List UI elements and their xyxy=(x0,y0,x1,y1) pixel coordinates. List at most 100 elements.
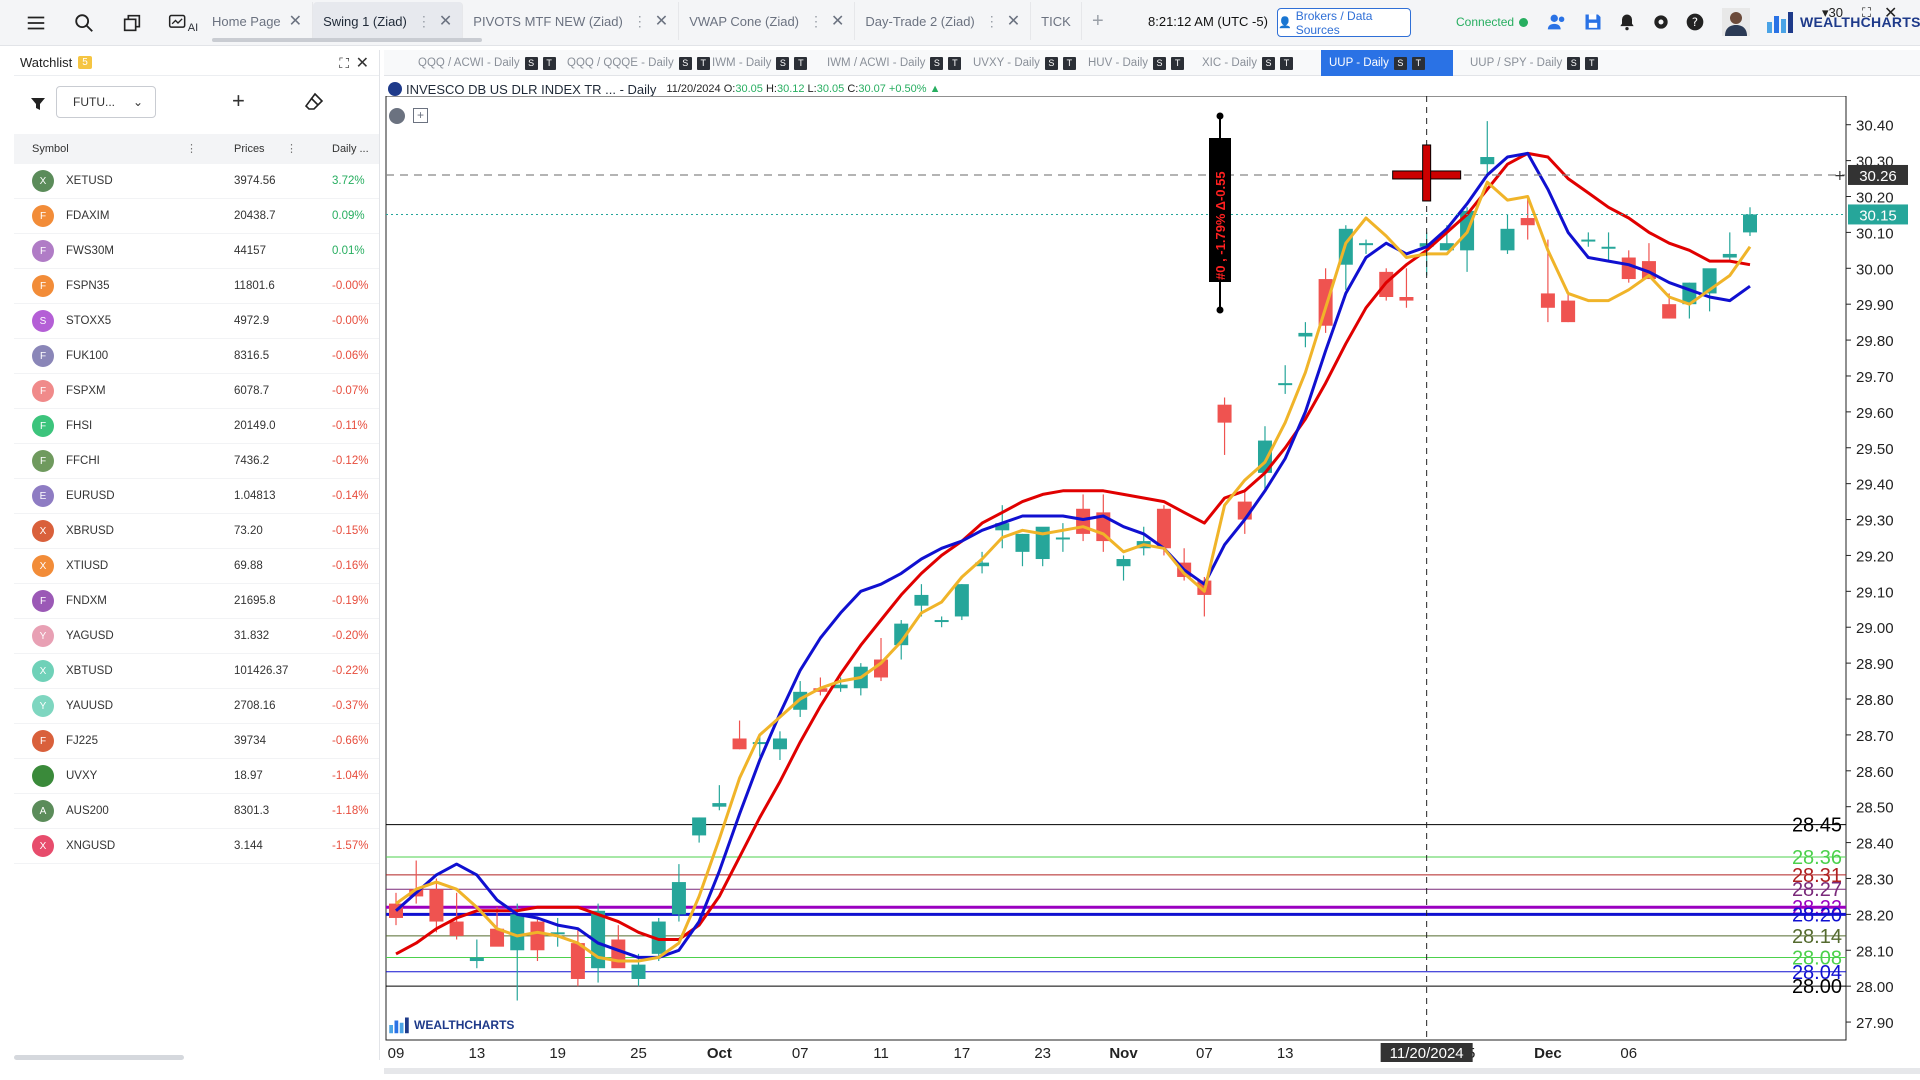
workspace-tab[interactable]: PIVOTS MTF NEW (Ziad) ⋮ ✕ xyxy=(463,2,680,40)
candle-body[interactable] xyxy=(1156,508,1171,549)
candle-body[interactable] xyxy=(934,620,949,623)
candle-body[interactable] xyxy=(1581,239,1596,242)
column-header-prices[interactable]: Prices xyxy=(234,143,265,155)
candle-body[interactable] xyxy=(1015,533,1030,552)
sync-t-icon[interactable]: T xyxy=(948,56,962,70)
column-header-daily[interactable]: Daily ... xyxy=(332,143,369,155)
watchlist-select[interactable]: FUTU... ⌄ xyxy=(56,86,156,118)
tab-close-icon[interactable]: ✕ xyxy=(831,11,844,31)
candle-body[interactable] xyxy=(1500,228,1515,251)
candle-body[interactable] xyxy=(914,594,929,606)
column-header-symbol[interactable]: Symbol xyxy=(32,143,69,155)
candle-body[interactable] xyxy=(772,738,787,750)
measure-handle[interactable] xyxy=(1216,112,1224,120)
watchlist-row[interactable]: A AUS200 8301.3 -1.18% xyxy=(14,794,379,829)
candle-body[interactable] xyxy=(530,921,545,951)
expand-icon[interactable]: ⛶ xyxy=(339,55,349,72)
copy-windows-icon[interactable] xyxy=(118,9,146,37)
candle-body[interactable] xyxy=(1561,300,1576,323)
chart-scrollbar[interactable] xyxy=(384,1068,1920,1074)
watchlist-row[interactable]: F FNDXM 21695.8 -0.19% xyxy=(14,584,379,619)
eraser-icon[interactable] xyxy=(304,92,324,112)
candle-body[interactable] xyxy=(1278,383,1293,386)
sync-t-icon[interactable]: T xyxy=(1279,56,1293,70)
candle-body[interactable] xyxy=(631,964,646,979)
sync-s-icon[interactable]: S xyxy=(776,56,790,70)
watchlist-row[interactable]: Y YAGUSD 31.832 -0.20% xyxy=(14,619,379,654)
candle-body[interactable] xyxy=(469,957,484,962)
watchlist-row[interactable]: F FSPN35 11801.6 -0.00% xyxy=(14,269,379,304)
watchlist-row[interactable]: F FHSI 20149.0 -0.11% xyxy=(14,409,379,444)
brokers-data-sources-button[interactable]: 👤 Brokers / Data Sources xyxy=(1277,8,1411,37)
chart-tabs-overflow[interactable]: ▾30 xyxy=(1822,5,1843,21)
candle-body[interactable] xyxy=(1399,297,1414,301)
candle-body[interactable] xyxy=(1298,332,1313,337)
candle-body[interactable] xyxy=(1076,508,1091,534)
candle-body[interactable] xyxy=(570,943,585,979)
candle-body[interactable] xyxy=(510,914,525,951)
watchlist-row[interactable]: Y YAUUSD 2708.16 -0.37% xyxy=(14,689,379,724)
gear-icon[interactable] xyxy=(1650,11,1672,33)
candle-body[interactable] xyxy=(611,939,626,969)
column-menu-icon[interactable]: ⋮ xyxy=(186,142,197,155)
add-alert-icon[interactable]: + xyxy=(1834,168,1846,184)
column-menu-icon[interactable]: ⋮ xyxy=(286,142,297,155)
add-symbol-icon[interactable]: + xyxy=(232,88,245,114)
watchlist-row[interactable]: X XNGUSD 3.144 -1.57% xyxy=(14,829,379,864)
candle-body[interactable] xyxy=(1621,257,1636,280)
watchlist-row[interactable]: F FWS30M 44157 0.01% xyxy=(14,234,379,269)
chart-tab[interactable]: UUP / SPY - Daily S T xyxy=(1470,50,1599,76)
filter-icon[interactable] xyxy=(30,96,46,112)
sync-t-icon[interactable]: T xyxy=(1585,56,1599,70)
candle-body[interactable] xyxy=(1055,537,1070,540)
watchlist-row[interactable]: S STOXX5 4972.9 -0.00% xyxy=(14,304,379,339)
chart-expand-icon[interactable]: ⛶ xyxy=(1862,5,1871,21)
candle-body[interactable] xyxy=(833,684,848,689)
sync-s-icon[interactable]: S xyxy=(1393,56,1407,70)
chart-tab[interactable]: QQQ / QQQE - Daily S T xyxy=(567,50,710,76)
sync-s-icon[interactable]: S xyxy=(1567,56,1581,70)
candle-body[interactable] xyxy=(1601,246,1616,249)
chart-tab[interactable]: IWM / ACWI - Daily S T xyxy=(827,50,962,76)
tab-menu-icon[interactable]: ⋮ xyxy=(417,13,431,30)
watchlist-row[interactable]: X XETUSD 3974.56 3.72% xyxy=(14,164,379,199)
chart-tab[interactable]: QQQ / ACWI - Daily S T xyxy=(418,50,556,76)
close-icon[interactable]: ✕ xyxy=(356,53,369,73)
help-icon[interactable]: ? xyxy=(1684,11,1706,33)
tab-menu-icon[interactable]: ⋮ xyxy=(809,13,823,30)
candle-body[interactable] xyxy=(1359,243,1374,246)
workspace-tab[interactable]: TICK xyxy=(1031,2,1082,40)
measure-handle[interactable] xyxy=(1216,306,1224,314)
candle-body[interactable] xyxy=(1480,157,1495,165)
candle-body[interactable] xyxy=(671,882,686,915)
sync-s-icon[interactable]: S xyxy=(1044,56,1058,70)
candle-body[interactable] xyxy=(732,738,747,750)
chart-tab[interactable]: IWM - Daily S T xyxy=(712,50,808,76)
watchlist-row[interactable]: UVXY 18.97 -1.04% xyxy=(14,759,379,794)
watchlist-row[interactable]: X XTIUSD 69.88 -0.16% xyxy=(14,549,379,584)
tab-close-icon[interactable]: ✕ xyxy=(289,11,302,31)
watchlist-row[interactable]: X XBRUSD 73.20 -0.15% xyxy=(14,514,379,549)
add-indicator-icon[interactable]: + xyxy=(413,108,428,123)
candle-body[interactable] xyxy=(1540,293,1555,308)
workspace-tab[interactable]: Home Page ✕ xyxy=(202,2,314,40)
candle-body[interactable] xyxy=(1743,214,1757,233)
workspace-tab[interactable]: Day-Trade 2 (Ziad) ⋮ ✕ xyxy=(855,2,1032,40)
sync-s-icon[interactable]: S xyxy=(1261,56,1275,70)
candle-body[interactable] xyxy=(1662,304,1677,319)
watchlist-scrollbar[interactable] xyxy=(14,1055,184,1060)
sync-s-icon[interactable]: S xyxy=(524,56,538,70)
bell-icon[interactable] xyxy=(1616,11,1638,33)
watchlist-row[interactable]: E EURUSD 1.04813 -0.14% xyxy=(14,479,379,514)
candle-body[interactable] xyxy=(1722,253,1737,258)
candle-body[interactable] xyxy=(1520,218,1535,226)
tab-close-icon[interactable]: ✕ xyxy=(655,11,668,31)
avatar[interactable] xyxy=(1722,8,1750,36)
candle-body[interactable] xyxy=(1116,559,1131,567)
workspace-tab[interactable]: Swing 1 (Ziad) ⋮ ✕ xyxy=(313,2,464,40)
price-chart[interactable]: 28.4528.3628.3128.2728.2228.2028.1428.08… xyxy=(384,96,1920,1062)
save-icon[interactable] xyxy=(1582,11,1604,33)
sync-t-icon[interactable]: T xyxy=(542,56,556,70)
plot-area[interactable] xyxy=(385,96,1847,1041)
add-tab-icon[interactable]: + xyxy=(1092,10,1104,33)
